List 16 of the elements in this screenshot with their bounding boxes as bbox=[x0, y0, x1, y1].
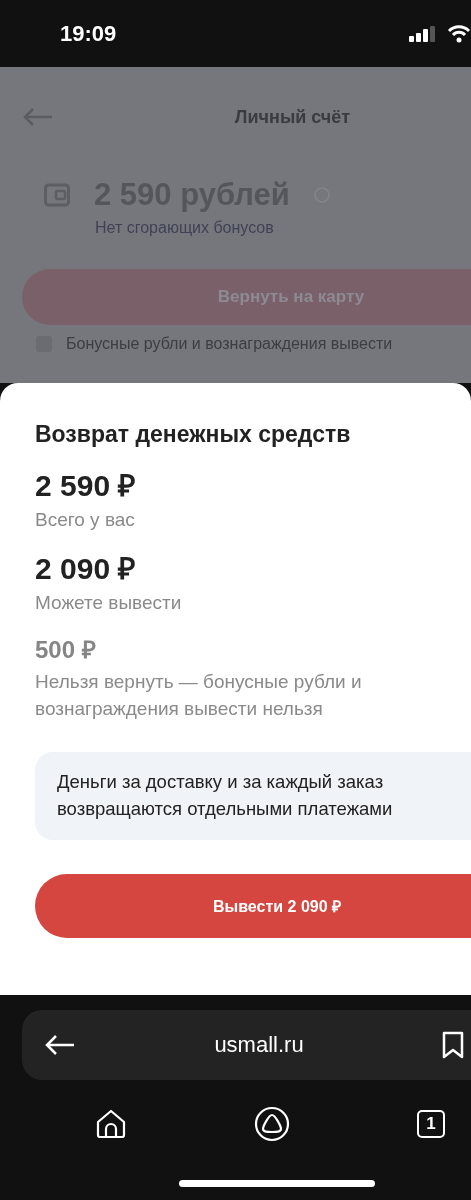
page-title: Личный счёт bbox=[233, 106, 352, 128]
address-bar[interactable]: usmall.ru bbox=[22, 1010, 471, 1080]
amount-caption: Можете вывести bbox=[35, 591, 183, 615]
sheet-title: Возврат денежных средств bbox=[35, 421, 352, 448]
amount-caption: Нельзя вернуть — бонусные рубли и вознаграждения вывести нельзя bbox=[35, 670, 363, 721]
balance-note: Нет сгорающих бонусов bbox=[95, 219, 275, 237]
amount-value: 2 090 ₽ bbox=[35, 551, 137, 587]
status-time: 19:09 bbox=[60, 20, 118, 47]
withdraw-button[interactable]: Вывести 2 090 ₽ bbox=[35, 874, 471, 938]
amount-value: 2 590 ₽ bbox=[35, 468, 137, 504]
amount-caption: Всего у вас bbox=[35, 508, 136, 532]
notice-text: Бонусные рубли и вознаграждения вывести bbox=[66, 335, 393, 353]
tabs-button[interactable]: 1 bbox=[417, 1110, 445, 1138]
info-message: Деньги за доставку и за каждый заказ возвращаются отдельными платежами bbox=[35, 752, 471, 840]
amount-value: 500 ₽ bbox=[35, 635, 97, 665]
url-text: usmall.ru bbox=[213, 1032, 305, 1058]
